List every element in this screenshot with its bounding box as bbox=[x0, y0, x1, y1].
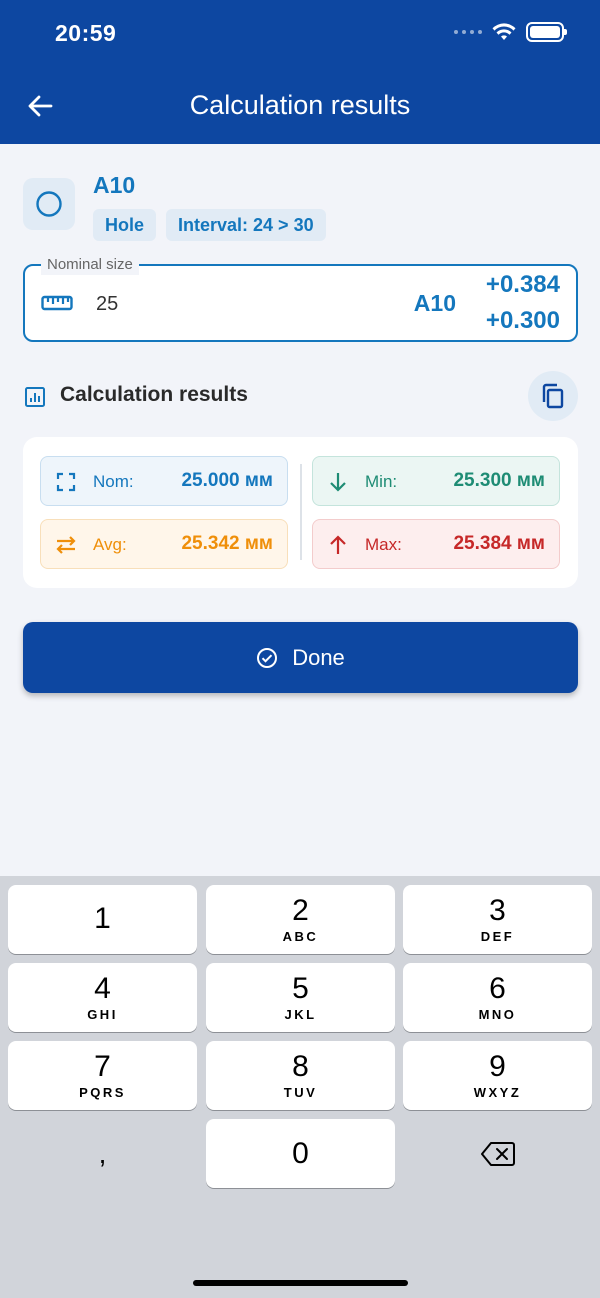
key-0[interactable]: 0 bbox=[206, 1119, 395, 1188]
status-time: 20:59 bbox=[55, 20, 117, 46]
copy-icon bbox=[542, 383, 564, 409]
key-1[interactable]: 1 bbox=[8, 885, 197, 954]
results-title: Calculation results bbox=[60, 383, 248, 406]
ruler-icon bbox=[41, 295, 73, 311]
backspace-icon bbox=[480, 1141, 515, 1166]
tolerance-code: A10 bbox=[413, 290, 456, 316]
result-max-value: 25.384 мм bbox=[453, 533, 545, 554]
key-9[interactable]: 9 WXYZ bbox=[403, 1041, 592, 1110]
done-button[interactable]: Done bbox=[23, 622, 578, 693]
result-nom-value: 25.000 мм bbox=[181, 470, 273, 491]
lower-deviation: +0.300 bbox=[485, 307, 560, 334]
key-5[interactable]: 5 JKL bbox=[206, 963, 395, 1032]
nominal-size-input[interactable] bbox=[96, 293, 296, 316]
result-max-label: Max: bbox=[365, 535, 402, 554]
numeric-keyboard: 1 2 ABC 3 DEF 4 GHI 5 JKL 6 MNO 7 PQRS 8… bbox=[0, 876, 600, 1298]
result-avg-value: 25.342 мм bbox=[181, 533, 273, 554]
home-indicator bbox=[193, 1280, 408, 1286]
key-3[interactable]: 3 DEF bbox=[403, 885, 592, 954]
result-min-value: 25.300 мм bbox=[453, 470, 545, 491]
status-icons bbox=[454, 22, 567, 42]
fullscreen-icon bbox=[56, 472, 76, 492]
page-title: Calculation results bbox=[189, 90, 411, 120]
check-circle-icon bbox=[257, 647, 278, 668]
arrow-up-icon bbox=[330, 535, 346, 554]
chip-interval: Interval: 24 > 30 bbox=[166, 209, 326, 241]
result-min-label: Min: bbox=[365, 472, 398, 491]
results-divider bbox=[300, 464, 302, 560]
nominal-size-field[interactable]: Nominal size A10 +0.384 +0.300 bbox=[23, 255, 578, 342]
result-max: Max: 25.384 мм bbox=[312, 519, 560, 569]
battery-icon bbox=[526, 22, 567, 42]
key-comma[interactable]: , bbox=[8, 1119, 197, 1188]
key-2[interactable]: 2 ABC bbox=[206, 885, 395, 954]
result-avg-label: Avg: bbox=[93, 535, 127, 554]
signal-dots-icon bbox=[454, 30, 482, 34]
app-header: 20:59 Calculation results bbox=[0, 0, 600, 144]
key-backspace[interactable] bbox=[403, 1119, 592, 1188]
done-button-label: Done bbox=[292, 644, 345, 670]
results-card: Nom: 25.000 мм Avg: 25.342 мм Min: 25.30… bbox=[23, 437, 578, 588]
key-6[interactable]: 6 MNO bbox=[403, 963, 592, 1032]
tolerance-type-badge bbox=[23, 178, 75, 230]
chip-type: Hole bbox=[93, 209, 157, 241]
wifi-icon bbox=[492, 23, 516, 40]
copy-button[interactable] bbox=[528, 371, 578, 421]
tolerance-chips: Hole Interval: 24 > 30 bbox=[93, 209, 326, 241]
circle-hole-icon bbox=[36, 191, 62, 217]
nominal-size-label: Nominal size bbox=[41, 255, 139, 275]
upper-deviation: +0.384 bbox=[485, 271, 560, 298]
result-nom-label: Nom: bbox=[93, 472, 134, 491]
result-min: Min: 25.300 мм bbox=[312, 456, 560, 506]
key-8[interactable]: 8 TUV bbox=[206, 1041, 395, 1110]
chart-icon bbox=[25, 387, 45, 407]
tolerance-name: A10 bbox=[93, 172, 136, 198]
arrow-down-icon bbox=[330, 473, 346, 492]
result-nom: Nom: 25.000 мм bbox=[40, 456, 288, 506]
key-4[interactable]: 4 GHI bbox=[8, 963, 197, 1032]
result-avg: Avg: 25.342 мм bbox=[40, 519, 288, 569]
swap-horizontal-icon bbox=[56, 536, 76, 554]
key-7[interactable]: 7 PQRS bbox=[8, 1041, 197, 1110]
